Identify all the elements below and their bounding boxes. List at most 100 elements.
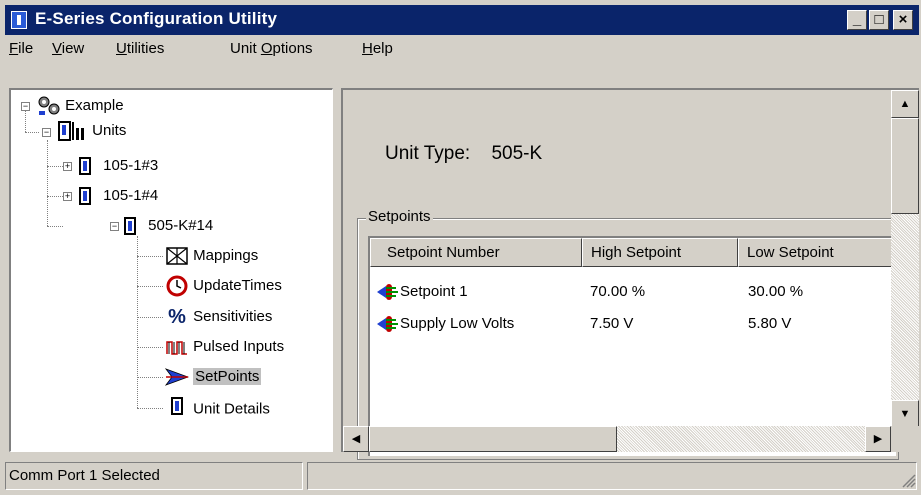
tree-connector xyxy=(137,408,163,410)
tree-label: 105-1#4 xyxy=(103,187,159,204)
table-row[interactable]: Supply Low Volts 7.50 V 5.80 V xyxy=(370,311,896,336)
maximize-button[interactable]: □ xyxy=(869,10,889,30)
tree-node-setpoints[interactable]: SetPoints xyxy=(164,366,262,388)
horizontal-scroll-thumb[interactable] xyxy=(369,426,617,452)
unit-tree[interactable]: − Example − Units + 105-1#3 + 105-1#4 − … xyxy=(9,88,333,452)
tree-node-sensitivities[interactable]: % Sensitivities xyxy=(165,306,272,328)
horizontal-scrollbar[interactable]: ◀ ▶ xyxy=(343,426,891,452)
expand-unit-105-1-4-toggle[interactable]: + xyxy=(63,192,72,201)
tree-connector xyxy=(137,256,163,258)
scroll-right-button[interactable]: ▶ xyxy=(865,426,891,452)
menu-unit-options-pre: Unit xyxy=(230,40,261,57)
tree-label: UpdateTimes xyxy=(193,277,282,294)
high-setpoint-value: 70.00 % xyxy=(590,283,646,300)
menu-utilities-accel: U xyxy=(116,40,127,57)
vertical-scroll-thumb[interactable] xyxy=(891,118,919,214)
tree-node-mappings[interactable]: Mappings xyxy=(165,245,258,267)
low-setpoint-value: 5.80 V xyxy=(748,315,792,332)
close-button[interactable]: × xyxy=(893,10,913,30)
app-icon xyxy=(11,11,27,29)
title-bar[interactable]: E-Series Configuration Utility _ □ × xyxy=(5,5,919,35)
vertical-scroll-track[interactable] xyxy=(891,214,919,400)
tree-connector xyxy=(137,286,163,288)
tree-connector xyxy=(137,347,163,349)
menu-file[interactable]: File xyxy=(9,40,33,57)
pulse-icon xyxy=(166,341,187,355)
scroll-down-button[interactable]: ▼ xyxy=(891,400,919,428)
setpoint-name: Setpoint 1 xyxy=(400,283,468,300)
column-header-high-setpoint[interactable]: High Setpoint xyxy=(582,238,738,267)
menu-file-label: ile xyxy=(18,40,34,57)
high-setpoint-value: 7.50 V xyxy=(590,315,634,332)
unit-type-label: Unit Type: xyxy=(385,143,471,164)
unit-icon xyxy=(124,217,136,236)
tree-connector xyxy=(25,132,39,134)
unit-type-value: 505-K xyxy=(491,143,543,164)
units-icon xyxy=(58,121,84,142)
status-panel-empty xyxy=(307,462,917,490)
tree-connector xyxy=(47,196,63,198)
window-title: E-Series Configuration Utility xyxy=(35,9,278,28)
menu-view[interactable]: View xyxy=(52,40,84,57)
menu-utilities[interactable]: Utilities xyxy=(116,40,164,57)
vertical-scrollbar[interactable]: ▲ ▼ xyxy=(891,90,919,428)
tree-node-unit-105-1-3[interactable]: 105-1#3 xyxy=(79,155,158,177)
tree-label: 505-K#14 xyxy=(148,217,214,234)
setpoint-arrow-icon xyxy=(164,368,190,386)
mappings-icon xyxy=(166,247,188,265)
unit-icon xyxy=(79,157,91,176)
menu-view-label: iew xyxy=(61,40,85,57)
menu-unit-options[interactable]: Unit Options xyxy=(230,40,313,57)
tree-label: 105-1#3 xyxy=(103,157,159,174)
resize-grip-icon[interactable] xyxy=(902,474,916,488)
menu-help-accel: H xyxy=(362,40,373,57)
menu-view-accel: V xyxy=(52,40,62,57)
setpoint-icon xyxy=(377,316,398,332)
menu-unit-options-label: ptions xyxy=(272,40,313,57)
scroll-up-button[interactable]: ▲ xyxy=(891,90,919,118)
tree-connector xyxy=(137,236,139,408)
collapse-root-toggle[interactable]: − xyxy=(21,102,30,111)
tree-node-units[interactable]: Units xyxy=(58,120,126,142)
tree-connector xyxy=(47,226,63,228)
setpoints-group-label: Setpoints xyxy=(366,208,433,225)
unit-icon xyxy=(79,187,91,206)
menu-file-accel: F xyxy=(9,40,19,57)
percent-icon: % xyxy=(168,306,186,329)
scroll-left-button[interactable]: ◀ xyxy=(343,426,369,452)
setpoint-name: Supply Low Volts xyxy=(400,315,515,332)
column-header-setpoint-number[interactable]: Setpoint Number xyxy=(370,238,582,267)
menu-unit-options-accel: O xyxy=(260,40,273,57)
tree-connector xyxy=(47,166,63,168)
tree-label: Pulsed Inputs xyxy=(193,338,285,355)
table-row[interactable]: Setpoint 1 70.00 % 30.00 % xyxy=(370,279,896,304)
menu-help-label: elp xyxy=(372,40,393,57)
tree-node-unit-details[interactable]: Unit Details xyxy=(165,397,270,419)
tree-connector xyxy=(47,140,49,226)
menu-bar: File View Utilities Unit Options Help xyxy=(5,36,919,63)
scrollbar-corner xyxy=(891,426,919,452)
unit-type-row: Unit Type: 505-K xyxy=(385,143,542,165)
collapse-units-toggle[interactable]: − xyxy=(42,128,51,137)
tree-node-pulsed-inputs[interactable]: Pulsed Inputs xyxy=(165,336,284,358)
tree-connector xyxy=(137,377,163,379)
menu-utilities-label: tilities xyxy=(126,40,165,57)
column-header-low-setpoint[interactable]: Low Setpoint xyxy=(738,238,896,267)
tree-node-unit-105-1-4[interactable]: 105-1#4 xyxy=(79,185,158,207)
tree-node-example[interactable]: Example xyxy=(37,95,124,117)
minimize-button[interactable]: _ xyxy=(847,10,867,30)
status-bar: Comm Port 1 Selected xyxy=(5,460,919,492)
horizontal-scroll-track[interactable] xyxy=(617,426,865,452)
tree-label: Example xyxy=(65,97,124,114)
tree-label: SetPoints xyxy=(193,368,262,385)
setpoints-list[interactable]: Setpoint Number High Setpoint Low Setpoi… xyxy=(368,236,896,456)
unit-icon xyxy=(165,397,189,422)
menu-help[interactable]: Help xyxy=(362,40,393,57)
tree-node-update-times[interactable]: UpdateTimes xyxy=(165,275,282,297)
tree-node-unit-505-k-14[interactable]: 505-K#14 xyxy=(79,215,213,237)
network-icon xyxy=(38,96,60,116)
expand-unit-105-1-3-toggle[interactable]: + xyxy=(63,162,72,171)
low-setpoint-value: 30.00 % xyxy=(748,283,804,300)
status-text: Comm Port 1 Selected xyxy=(5,462,303,490)
setpoint-icon xyxy=(377,284,398,300)
